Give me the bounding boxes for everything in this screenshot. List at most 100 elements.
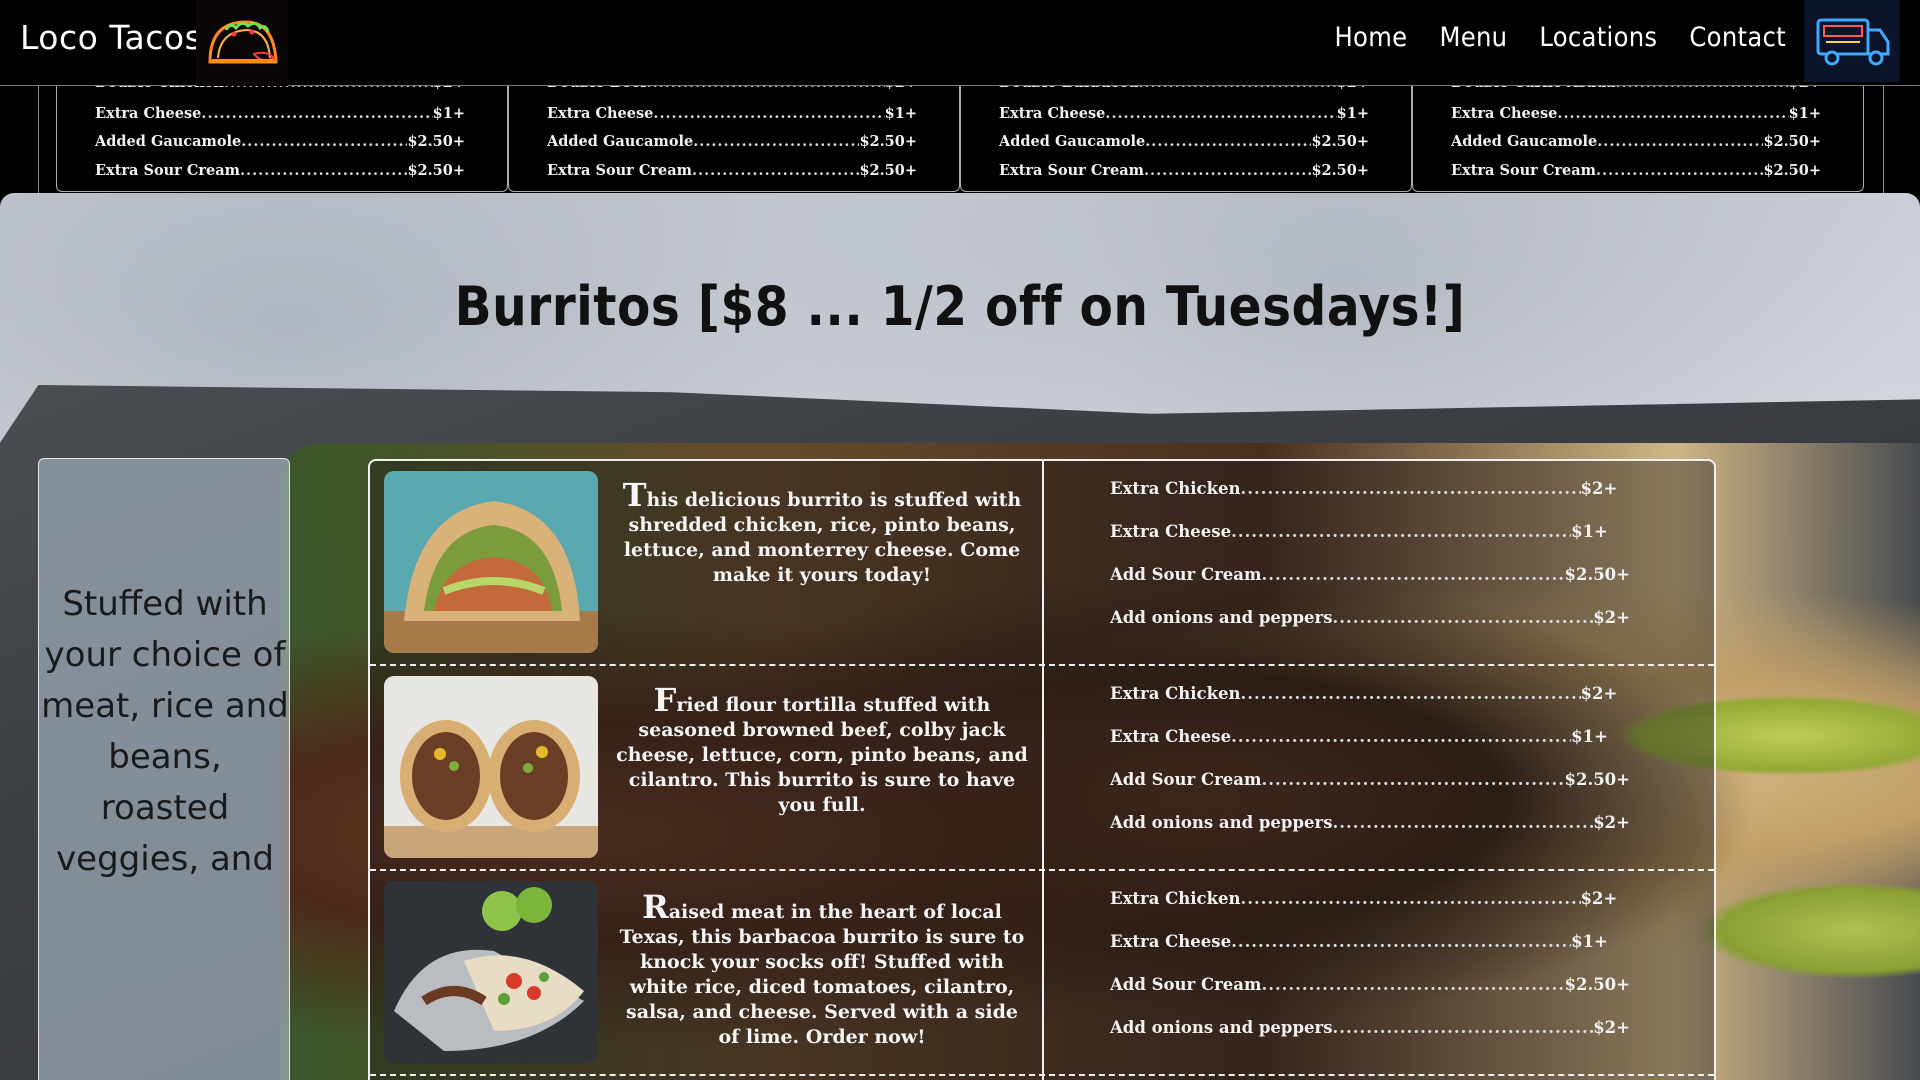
addon-price: $1+ [1571, 522, 1608, 541]
addon-label: Add onions and peppers [1110, 1018, 1333, 1037]
strip-row: Extra Sour Cream $2.50+ [95, 162, 465, 179]
description-text: his delicious burrito is stuffed with sh… [623, 489, 1022, 586]
brand-name[interactable]: Loco Tacos [20, 18, 202, 57]
burrito-row-beef: Fried flour tortilla stuffed with season… [370, 666, 1714, 870]
addon-price: $2.50+ [1564, 975, 1631, 994]
strip-row: Extra Cheese $1+ [95, 105, 465, 122]
strip-column-barbacoa: Double Barbacoa$2+ Extra Cheese$1+ Added… [960, 74, 1412, 192]
description-text: ried flour tortilla stuffed with seasone… [616, 694, 1028, 816]
addon-label: Add Sour Cream [1110, 770, 1262, 789]
leader-dots [1105, 105, 1336, 122]
addon-price: $2+ [1593, 813, 1630, 832]
addon-label: Extra Chicken [1110, 889, 1241, 908]
strip-label: Extra Cheese [999, 105, 1106, 122]
addon-item: Extra Cheese $1+ [1110, 727, 1630, 770]
addon-label: Extra Chicken [1110, 684, 1241, 703]
addon-item: Add Sour Cream $2.50+ [1110, 975, 1630, 1018]
addon-price: $2+ [1580, 889, 1618, 908]
strip-price: $2.50+ [1311, 162, 1369, 179]
burrito-description: Raised meat in the heart of local Texas,… [614, 891, 1030, 1050]
strip-label: Added Gaucamole [1451, 133, 1598, 150]
nav-menu[interactable]: Menu [1439, 22, 1507, 53]
strip-price: $1+ [1336, 105, 1369, 122]
description-text: aised meat in the heart of local Texas, … [619, 901, 1025, 1048]
nav-locations[interactable]: Locations [1539, 22, 1657, 53]
addon-list: Extra Chicken $2+ Extra Cheese $1+ Add Sou… [1110, 889, 1630, 1061]
strip-price: $2.50+ [859, 162, 917, 179]
strip-price: $2.50+ [1311, 133, 1369, 150]
addon-label: Add onions and peppers [1110, 608, 1333, 627]
leader-dots [1332, 1018, 1593, 1061]
addon-item: Extra Chicken $2+ [1110, 479, 1630, 522]
burritos-section: Burritos [$8 ... 1/2 off on Tuesdays!] S… [0, 193, 1920, 1080]
addon-item: Extra Chicken $2+ [1110, 889, 1630, 932]
section-title: Burritos [$8 ... 1/2 off on Tuesdays!] [454, 275, 1466, 338]
addon-price: $1+ [1571, 932, 1608, 951]
chicken-burrito-photo [384, 471, 598, 653]
addon-item: Add Sour Cream $2.50+ [1110, 565, 1630, 608]
nav-home[interactable]: Home [1334, 22, 1407, 53]
strip-column-carne-asada: Double Carne Asada$2+ Extra Cheese$1+ Ad… [1412, 74, 1864, 192]
addon-label: Add Sour Cream [1110, 565, 1262, 584]
strip-label: Extra Sour Cream [547, 162, 692, 179]
drop-cap: T [622, 476, 647, 514]
addon-label: Add Sour Cream [1110, 975, 1262, 994]
strip-row: Extra Cheese $1+ [547, 105, 917, 122]
addon-list: Extra Chicken $2+ Extra Cheese $1+ Add Sou… [1110, 684, 1630, 856]
drop-cap: F [653, 681, 677, 719]
strip-row: Extra Sour Cream $2.50+ [547, 162, 917, 179]
strip-label: Extra Cheese [1451, 105, 1558, 122]
nav-contact[interactable]: Contact [1689, 22, 1786, 53]
addon-item: Extra Cheese $1+ [1110, 932, 1630, 975]
leader-dots [1261, 975, 1564, 1018]
addon-item: Extra Chicken $2+ [1110, 684, 1630, 727]
leader-dots [693, 133, 859, 150]
addon-item: Add onions and peppers $2+ [1110, 608, 1630, 651]
addon-item: Add Sour Cream $2.50+ [1110, 770, 1630, 813]
leader-dots [241, 133, 407, 150]
addon-price: $2.50+ [1564, 770, 1631, 789]
addon-price: $1+ [1571, 727, 1608, 746]
side-info-card: Stuffed with your choice of meat, rice a… [38, 458, 290, 1080]
burrito-row-barbacoa: Raised meat in the heart of local Texas,… [370, 871, 1714, 1075]
addon-label: Extra Cheese [1110, 932, 1232, 951]
strip-price: $1+ [884, 105, 917, 122]
leader-dots [1241, 889, 1581, 932]
strip-label: Extra Cheese [547, 105, 654, 122]
burrito-description: Fried flour tortilla stuffed with season… [614, 684, 1030, 818]
leader-dots [653, 105, 884, 122]
burrito-row-chicken: This delicious burrito is stuffed with s… [370, 461, 1714, 665]
strip-label: Added Gaucamole [547, 133, 694, 150]
strip-label: Extra Sour Cream [999, 162, 1144, 179]
addon-list: Extra Chicken $2+ Extra Cheese $1+ Add Sou… [1110, 479, 1630, 651]
addon-price: $2+ [1593, 1018, 1630, 1037]
leader-dots [1332, 608, 1593, 651]
drop-cap: R [642, 888, 669, 926]
barbacoa-burrito-photo [384, 881, 598, 1063]
leader-dots [1144, 162, 1311, 179]
leader-dots [1241, 684, 1581, 727]
addon-price: $2+ [1580, 479, 1618, 498]
strip-row: Added Gaucamole $2.50+ [95, 133, 465, 150]
leader-dots [240, 162, 407, 179]
strip-price: $1+ [1788, 105, 1821, 122]
food-truck-icon[interactable] [1804, 0, 1900, 82]
strip-label: Extra Cheese [95, 105, 202, 122]
previous-menu-strip: Double Chicken$2+ Extra Cheese$1+ Added … [0, 74, 1920, 194]
strip-price: $2.50+ [1763, 133, 1821, 150]
strip-row: Extra Sour Cream $2.50+ [999, 162, 1369, 179]
addon-price: $2+ [1593, 608, 1630, 627]
addon-price: $2.50+ [1564, 565, 1631, 584]
taco-neon-icon[interactable] [196, 0, 288, 86]
addon-item: Add onions and peppers $2+ [1110, 813, 1630, 856]
leader-dots [201, 105, 432, 122]
addon-label: Extra Chicken [1110, 479, 1241, 498]
burrito-description: This delicious burrito is stuffed with s… [614, 479, 1030, 588]
strip-label: Added Gaucamole [999, 133, 1146, 150]
leader-dots [1597, 133, 1763, 150]
leader-dots [1231, 727, 1571, 770]
leader-dots [1241, 479, 1581, 522]
strip-price: $2.50+ [1763, 162, 1821, 179]
side-info-text: Stuffed with your choice of meat, rice a… [41, 584, 289, 879]
addon-item: Extra Cheese $1+ [1110, 522, 1630, 565]
